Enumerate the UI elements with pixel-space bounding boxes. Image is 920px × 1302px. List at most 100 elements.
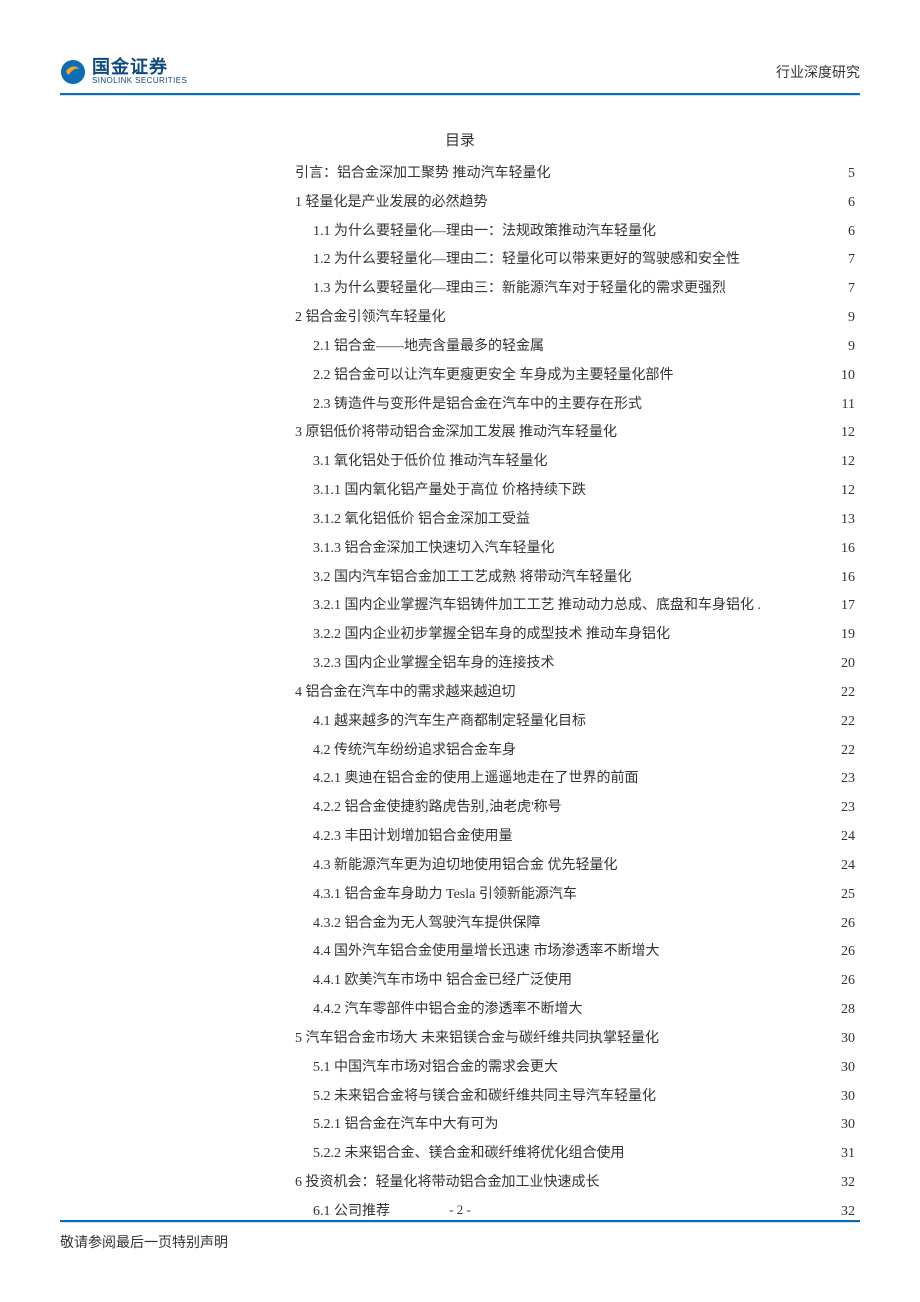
toc-page-number: 9 <box>848 304 855 333</box>
toc-label: 3 原铝低价将带动铝合金深加工发展 推动汽车轻量化 <box>295 419 617 448</box>
toc-label: 4.1 越来越多的汽车生产商都制定轻量化目标 <box>313 708 586 737</box>
toc-page-number: 24 <box>841 852 855 881</box>
toc-leader-dots <box>743 249 845 263</box>
toc-entry: 4.4.2 汽车零部件中铝合金的渗透率不断增大 28 <box>313 996 855 1025</box>
toc-label: 3.2.2 国内企业初步掌握全铝车身的成型技术 推动车身铝化 <box>313 621 670 650</box>
toc-entry: 3.1.3 铝合金深加工快速切入汽车轻量化 16 <box>313 535 855 564</box>
toc-label: 3.1.2 氧化铝低价 铝合金深加工受益 <box>313 506 530 535</box>
toc-label: 5 汽车铝合金市场大 未来铝镁合金与碳纤维共同执掌轻量化 <box>295 1025 659 1054</box>
toc-page-number: 5 <box>848 160 855 189</box>
toc-leader-dots <box>589 711 838 725</box>
toc-leader-dots <box>565 797 838 811</box>
toc-leader-dots <box>580 884 838 898</box>
toc-entry: 2 铝合金引领汽车轻量化 9 <box>295 304 855 333</box>
toc-entry: 2.2 铝合金可以让汽车更瘦更安全 车身成为主要轻量化部件 10 <box>313 362 855 391</box>
toc-leader-dots <box>586 999 839 1013</box>
toc-page-number: 30 <box>841 1111 855 1140</box>
toc-entry: 5 汽车铝合金市场大 未来铝镁合金与碳纤维共同执掌轻量化 30 <box>295 1025 855 1054</box>
toc-page-number: 13 <box>841 506 855 535</box>
toc-entry: 4.3 新能源汽车更为迫切地使用铝合金 优先轻量化 24 <box>313 852 855 881</box>
toc-leader-dots <box>628 1143 839 1157</box>
toc-page-number: 22 <box>841 708 855 737</box>
toc-leader-dots <box>673 624 838 638</box>
toc-label: 4.4.1 欧美汽车市场中 铝合金已经广泛使用 <box>313 967 572 996</box>
toc-entry: 4.2 传统汽车纷纷追求铝合金车身 22 <box>313 737 855 766</box>
toc-label: 5.2.2 未来铝合金、镁合金和碳纤维将优化组合使用 <box>313 1140 625 1169</box>
toc-page-number: 22 <box>841 737 855 766</box>
toc-page-number: 16 <box>841 535 855 564</box>
toc-label: 3.1 氧化铝处于低价位 推动汽车轻量化 <box>313 448 548 477</box>
toc-leader-dots <box>491 192 846 206</box>
toc-entry: 3.1 氧化铝处于低价位 推动汽车轻量化 12 <box>313 448 855 477</box>
toc-entry: 2.3 铸造件与变形件是铝合金在汽车中的主要存在形式 11 <box>313 391 855 420</box>
toc-entry: 4.3.2 铝合金为无人驾驶汽车提供保障 26 <box>313 910 855 939</box>
toc-leader-dots <box>533 509 838 523</box>
toc-page-number: 12 <box>841 477 855 506</box>
toc-page-number: 26 <box>841 910 855 939</box>
logo-text-en: SINOLINK SECURITIES <box>92 76 187 85</box>
toc-entry: 5.2.2 未来铝合金、镁合金和碳纤维将优化组合使用 31 <box>313 1140 855 1169</box>
toc-title: 目录 <box>60 129 860 150</box>
toc-entry: 4.2.2 铝合金使捷豹路虎告别‚油老虎'称号 23 <box>313 794 855 823</box>
toc-label: 3.2.1 国内企业掌握汽车铝铸件加工工艺 推动动力总成、底盘和车身铝化 . <box>313 592 761 621</box>
toc-entry: 1.3 为什么要轻量化—理由三：新能源汽车对于轻量化的需求更强烈 7 <box>313 275 855 304</box>
doc-category: 行业深度研究 <box>776 62 860 82</box>
toc-leader-dots <box>519 682 839 696</box>
toc-page-number: 31 <box>841 1140 855 1169</box>
toc-entry: 3.2.2 国内企业初步掌握全铝车身的成型技术 推动车身铝化 19 <box>313 621 855 650</box>
toc-page-number: 30 <box>841 1025 855 1054</box>
toc-entry: 1.1 为什么要轻量化—理由一：法规政策推动汽车轻量化 6 <box>313 218 855 247</box>
toc-leader-dots <box>449 307 846 321</box>
toc-entry: 4.1 越来越多的汽车生产商都制定轻量化目标 22 <box>313 708 855 737</box>
toc-leader-dots <box>561 1057 838 1071</box>
toc-leader-dots <box>519 740 838 754</box>
toc-entry: 4.2.1 奥迪在铝合金的使用上遥遥地走在了世界的前面 23 <box>313 765 855 794</box>
toc-page-number: 28 <box>841 996 855 1025</box>
toc-leader-dots <box>558 538 839 552</box>
toc-page-number: 20 <box>841 650 855 679</box>
toc-label: 4.4 国外汽车铝合金使用量增长迅速 市场渗透率不断增大 <box>313 938 660 967</box>
page-footer: - 2 - 敬请参阅最后一页特别声明 <box>60 1202 860 1252</box>
toc-leader-dots <box>558 653 839 667</box>
toc-page-number: 6 <box>848 218 855 247</box>
toc-leader-dots <box>764 595 838 609</box>
toc-entry: 1.2 为什么要轻量化—理由二：轻量化可以带来更好的驾驶感和安全性 7 <box>313 246 855 275</box>
toc-page-number: 22 <box>841 679 855 708</box>
toc-entry: 5.2.1 铝合金在汽车中大有可为 30 <box>313 1111 855 1140</box>
toc-label: 1 轻量化是产业发展的必然趋势 <box>295 189 488 218</box>
toc-label: 4.4.2 汽车零部件中铝合金的渗透率不断增大 <box>313 996 583 1025</box>
toc-label: 4.3.1 铝合金车身助力 Tesla 引领新能源汽车 <box>313 881 577 910</box>
toc-entry: 4.4 国外汽车铝合金使用量增长迅速 市场渗透率不断增大 26 <box>313 938 855 967</box>
toc-leader-dots <box>603 1172 839 1186</box>
toc-label: 5.2 未来铝合金将与镁合金和碳纤维共同主导汽车轻量化 <box>313 1083 656 1112</box>
toc-page-number: 10 <box>841 362 855 391</box>
toc-page-number: 17 <box>841 592 855 621</box>
toc-label: 4.3 新能源汽车更为迫切地使用铝合金 优先轻量化 <box>313 852 618 881</box>
page-number: - 2 - <box>60 1202 860 1218</box>
toc-page-number: 23 <box>841 765 855 794</box>
toc-leader-dots <box>645 394 839 408</box>
toc-page-number: 9 <box>848 333 855 362</box>
toc-page-number: 7 <box>848 246 855 275</box>
disclaimer: 敬请参阅最后一页特别声明 <box>60 1232 860 1252</box>
toc-entry: 2.1 铝合金——地壳含量最多的轻金属 9 <box>313 333 855 362</box>
toc-page-number: 30 <box>841 1083 855 1112</box>
toc-page-number: 25 <box>841 881 855 910</box>
logo-text-cn: 国金证券 <box>92 58 187 76</box>
toc-page-number: 12 <box>841 419 855 448</box>
toc-leader-dots <box>659 221 845 235</box>
toc-leader-dots <box>551 451 839 465</box>
toc-label: 1.3 为什么要轻量化—理由三：新能源汽车对于轻量化的需求更强烈 <box>313 275 726 304</box>
toc-leader-dots <box>635 567 839 581</box>
toc-leader-dots <box>663 941 839 955</box>
toc-entry: 5.1 中国汽车市场对铝合金的需求会更大 30 <box>313 1054 855 1083</box>
toc-entry: 1 轻量化是产业发展的必然趋势 6 <box>295 189 855 218</box>
toc-leader-dots <box>516 826 839 840</box>
toc-label: 3.2.3 国内企业掌握全铝车身的连接技术 <box>313 650 555 679</box>
toc-label: 1.2 为什么要轻量化—理由二：轻量化可以带来更好的驾驶感和安全性 <box>313 246 740 275</box>
toc-label: 2 铝合金引领汽车轻量化 <box>295 304 446 333</box>
toc-label: 5.2.1 铝合金在汽车中大有可为 <box>313 1111 499 1140</box>
toc-page-number: 7 <box>848 275 855 304</box>
toc-label: 4.2 传统汽车纷纷追求铝合金车身 <box>313 737 516 766</box>
toc-page-number: 12 <box>841 448 855 477</box>
